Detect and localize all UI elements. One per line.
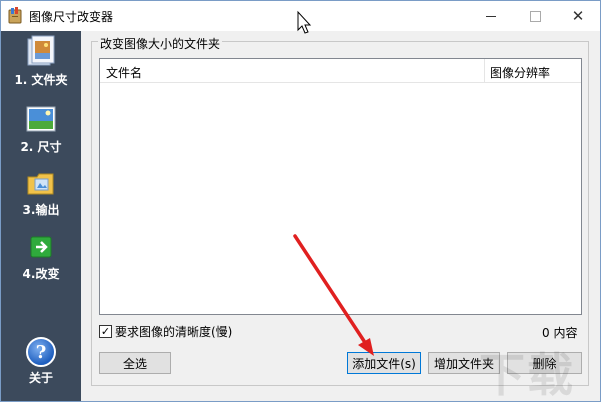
app-window: 图像尺寸改变器 ✕ 1. 文件夹 2. 尺寸 3.输出 4.改变 ? 关于 改变…: [0, 0, 601, 402]
file-list[interactable]: 文件名 图像分辨率: [99, 58, 582, 315]
select-all-button[interactable]: 全选: [99, 352, 171, 374]
sharpness-checkbox-row[interactable]: ✓ 要求图像的清晰度(慢): [99, 323, 232, 340]
maximize-button[interactable]: [513, 1, 557, 31]
watermark: 下载: [479, 348, 575, 402]
output-folder-icon: [27, 173, 54, 195]
help-icon: ?: [26, 337, 56, 367]
column-header-filename[interactable]: 文件名: [106, 64, 142, 81]
minimize-button[interactable]: [469, 1, 513, 31]
sidebar-item-label: 2. 尺寸: [20, 140, 62, 154]
column-header-resolution[interactable]: 图像分辨率: [490, 64, 550, 81]
add-files-button[interactable]: 添加文件(s): [347, 352, 421, 374]
sidebar-item-label: 1. 文件夹: [14, 73, 68, 87]
picture-size-icon: [26, 106, 56, 132]
app-icon: [8, 7, 22, 24]
sidebar-item-label: 4.改变: [22, 267, 60, 281]
sidebar-item-about[interactable]: ? 关于: [1, 337, 81, 386]
group-title: 改变图像大小的文件夹: [98, 35, 223, 52]
column-divider[interactable]: [484, 59, 485, 83]
list-header: 文件名 图像分辨率: [100, 59, 581, 83]
sidebar: 1. 文件夹 2. 尺寸 3.输出 4.改变 ? 关于: [1, 31, 81, 401]
title-bar[interactable]: 图像尺寸改变器 ✕: [1, 1, 600, 31]
sidebar-item-output[interactable]: 3.输出: [1, 167, 81, 218]
sharpness-checkbox[interactable]: ✓: [99, 325, 112, 338]
folder-images-icon: [27, 35, 55, 66]
close-icon: ✕: [571, 6, 585, 25]
sidebar-item-label: 关于: [28, 371, 53, 385]
window-title: 图像尺寸改变器: [29, 10, 114, 24]
green-arrow-icon: [30, 236, 52, 258]
sidebar-item-label: 3.输出: [22, 203, 60, 217]
sidebar-item-folder[interactable]: 1. 文件夹: [1, 35, 81, 88]
sidebar-item-change[interactable]: 4.改变: [1, 233, 81, 282]
close-button[interactable]: ✕: [556, 1, 600, 31]
sidebar-item-size[interactable]: 2. 尺寸: [1, 104, 81, 155]
sharpness-checkbox-label: 要求图像的清晰度(慢): [115, 325, 233, 339]
